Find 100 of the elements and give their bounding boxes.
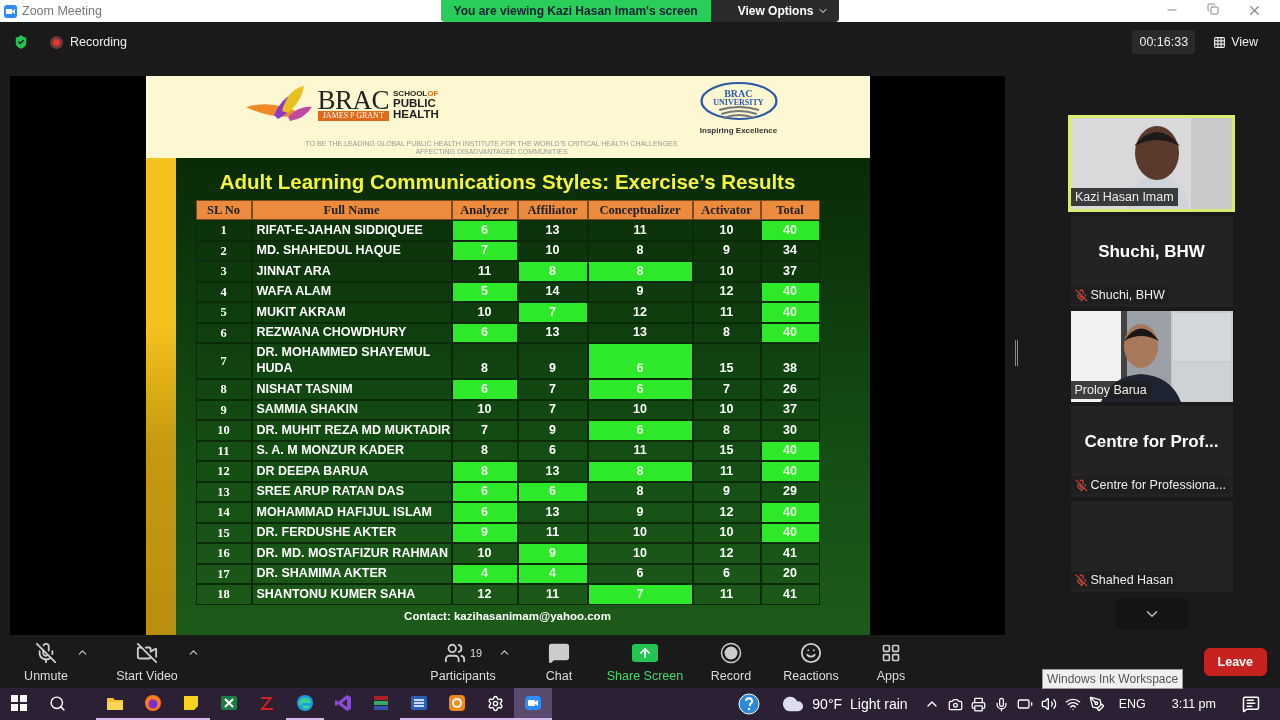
reactions-button[interactable]: Reactions — [771, 640, 851, 683]
taskbar-app-button[interactable] — [514, 688, 552, 720]
table-cell: 13 — [517, 220, 588, 241]
table-cell: 40 — [760, 502, 820, 523]
table-cell: 9 — [517, 420, 588, 441]
column-header: Conceptualizer — [587, 200, 693, 220]
splitter-handle[interactable] — [1015, 340, 1018, 366]
share-screen-icon — [632, 643, 658, 662]
temperature[interactable]: 90°F — [812, 696, 843, 712]
close-icon[interactable] — [1247, 3, 1262, 18]
table-cell: 37 — [760, 261, 820, 282]
participant-tile[interactable]: Shahed Hasan — [1070, 501, 1233, 592]
view-options-button[interactable]: View Options — [710, 0, 840, 22]
windows-logo-icon — [11, 695, 27, 711]
shield-icon[interactable] — [12, 33, 30, 51]
printer-icon[interactable] — [970, 696, 986, 712]
table-cell: 9 — [195, 399, 252, 420]
table-cell: 12 — [451, 584, 518, 605]
table-cell: 8 — [451, 461, 518, 482]
table-cell: 7 — [451, 420, 518, 441]
table-cell: 10 — [517, 240, 588, 261]
table-cell: 6 — [517, 440, 588, 461]
participant-count: 19 — [469, 646, 483, 659]
table-cell: 7 — [692, 379, 761, 400]
apps-button[interactable]: Apps — [851, 640, 931, 683]
table-cell: 10 — [451, 543, 518, 564]
table-cell: 6 — [587, 420, 693, 441]
start-video-button[interactable]: Start Video — [97, 640, 197, 683]
participants-button[interactable]: 19 Participants — [418, 640, 508, 683]
slide-title: Adult Learning Communications Styles: Exercise’s Results — [218, 170, 797, 194]
wifi-icon[interactable] — [1064, 696, 1081, 712]
table-cell: 11 — [587, 220, 693, 241]
table-cell: 6 — [451, 220, 518, 241]
table-cell: 4 — [195, 281, 252, 302]
table-cell: 15 — [692, 440, 761, 461]
view-button[interactable]: View — [1207, 34, 1264, 50]
battery-icon[interactable] — [1016, 696, 1033, 712]
table-cell: 6 — [587, 563, 693, 584]
speaker-icon[interactable] — [1040, 696, 1057, 712]
table-cell: 7 — [587, 584, 693, 605]
table-cell: 13 — [195, 481, 252, 502]
table-cell: 18 — [195, 584, 252, 605]
table-cell: 15 — [195, 522, 252, 543]
table-cell: 11 — [517, 584, 588, 605]
unmute-button[interactable]: Unmute — [6, 640, 86, 683]
help-icon[interactable] — [738, 693, 761, 715]
table-cell: 10 — [587, 522, 693, 543]
table-cell: 11 — [517, 522, 588, 543]
table-cell: 10 — [451, 302, 518, 323]
column-header: Affiliator — [517, 200, 588, 220]
share-button[interactable]: Share Screen — [599, 640, 691, 683]
table-cell: 7 — [517, 399, 588, 420]
table-cell: 6 — [587, 379, 693, 400]
table-cell: MD. SHAHEDUL HAQUE — [251, 240, 452, 261]
clock[interactable]: 3:11 pm — [1171, 697, 1216, 711]
table-cell: 6 — [195, 322, 252, 343]
table-cell: 5 — [195, 302, 252, 323]
table-cell: 8 — [587, 240, 693, 261]
viewing-banner: You are viewing Kazi Hasan Imam's screen — [440, 0, 711, 22]
table-cell: 6 — [587, 343, 693, 379]
table-cell: 6 — [451, 379, 518, 400]
microphone-icon[interactable] — [993, 696, 1009, 712]
table-cell: RIFAT-E-JAHAN SIDDIQUEE — [251, 220, 452, 241]
language-indicator[interactable]: ENG — [1118, 697, 1146, 711]
participant-display-name: Shuchi, BHW — [1098, 241, 1205, 262]
document-icon — [410, 694, 428, 712]
people-icon — [443, 641, 466, 664]
table-cell: 26 — [760, 379, 820, 400]
participant-tile[interactable]: Proloy Barua — [1070, 311, 1233, 402]
table-cell: 29 — [760, 481, 820, 502]
record-icon — [720, 641, 742, 664]
window-title: Zoom Meeting — [22, 4, 102, 18]
camera-icon[interactable] — [947, 696, 963, 712]
weather-condition[interactable]: Light rain — [850, 696, 908, 712]
table-cell: 10 — [587, 399, 693, 420]
video-camera-icon — [524, 694, 542, 712]
leave-button[interactable]: Leave — [1203, 647, 1267, 676]
table-cell: 8 — [451, 440, 518, 461]
participant-name-label: Shahed Hasan — [1070, 571, 1178, 589]
record-button[interactable]: Record — [691, 640, 771, 683]
table-cell: 8 — [517, 261, 588, 282]
settings-icon — [486, 694, 504, 712]
table-cell: 8 — [587, 461, 693, 482]
table-cell: 38 — [760, 343, 820, 379]
university-name: UNIVERSITY — [713, 98, 764, 107]
notification-icon[interactable] — [1242, 695, 1260, 713]
participant-tile[interactable]: Kazi Hasan Imam — [1068, 115, 1235, 212]
app-icon — [334, 694, 352, 712]
brand-name: BRAC — [317, 89, 390, 111]
smiley-icon — [800, 641, 822, 664]
app-icon — [448, 694, 466, 712]
table-cell: 3 — [195, 261, 252, 282]
pen-icon[interactable] — [1088, 696, 1105, 712]
table-cell: 13 — [517, 502, 588, 523]
chat-button[interactable]: Chat — [519, 640, 599, 683]
table-cell: JINNAT ARA — [251, 261, 452, 282]
table-cell: WAFA ALAM — [251, 281, 452, 302]
participant-tile[interactable]: Centre for Prof... Centre for Professiona... — [1070, 406, 1233, 497]
zigzag-app-icon — [258, 694, 276, 712]
participant-tile[interactable]: Shuchi, BHW Shuchi, BHW — [1070, 216, 1233, 307]
